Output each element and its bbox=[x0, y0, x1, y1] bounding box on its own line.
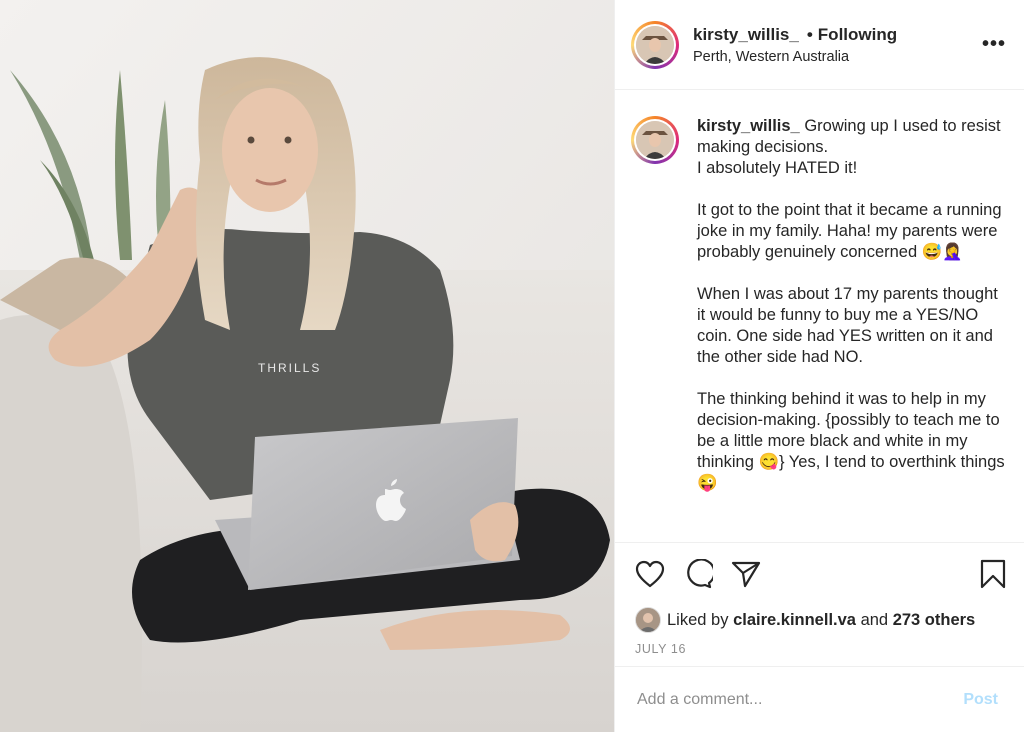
shirt-print: THRILLS bbox=[258, 361, 321, 375]
post-photo[interactable]: THRILLS bbox=[0, 0, 614, 732]
post-side-panel: kirsty_willis_ • Following Perth, Wester… bbox=[614, 0, 1024, 732]
post-comment-button[interactable]: Post bbox=[957, 690, 1004, 710]
caption-username[interactable]: kirsty_willis_ bbox=[697, 117, 800, 135]
author-avatar[interactable] bbox=[631, 20, 679, 69]
liker-avatar[interactable] bbox=[635, 607, 661, 633]
comment-icon[interactable] bbox=[683, 558, 713, 589]
avatar-photo-icon bbox=[636, 25, 674, 64]
separator-dot: • bbox=[806, 24, 813, 44]
author-username[interactable]: kirsty_willis_ bbox=[693, 25, 799, 45]
caption-author-avatar[interactable] bbox=[631, 116, 679, 164]
paper-plane-icon[interactable] bbox=[731, 560, 761, 588]
following-button[interactable]: Following bbox=[818, 25, 897, 45]
comment-input[interactable] bbox=[635, 689, 958, 710]
comment-box: Post bbox=[615, 666, 1024, 732]
avatar-border bbox=[634, 23, 676, 66]
likes-prefix: Liked by bbox=[667, 610, 729, 629]
caption-text: kirsty_willis_ Growing up I used to resi… bbox=[697, 116, 1008, 542]
likes-summary: Liked by claire.kinnell.va and 273 other… bbox=[615, 604, 1024, 636]
bookmark-icon[interactable] bbox=[980, 559, 1006, 589]
caption-body: Growing up I used to resist making decis… bbox=[697, 117, 1005, 492]
avatar-border bbox=[634, 119, 676, 161]
header-name-row: kirsty_willis_ • Following bbox=[693, 25, 982, 45]
liker-username[interactable]: claire.kinnell.va bbox=[733, 611, 856, 630]
avatar-photo-icon bbox=[636, 121, 674, 159]
more-options-icon[interactable]: ••• bbox=[982, 33, 1006, 56]
instagram-post: THRILLS kirsty_willis_ • Following Perth… bbox=[0, 0, 1024, 732]
action-bar bbox=[615, 542, 1024, 604]
heart-icon[interactable] bbox=[635, 560, 665, 588]
header-text: kirsty_willis_ • Following Perth, Wester… bbox=[693, 25, 982, 65]
avatar-image bbox=[636, 121, 674, 159]
post-date[interactable]: JULY 16 bbox=[615, 636, 1024, 666]
photo-illustration: THRILLS bbox=[0, 0, 614, 732]
likes-others-link[interactable]: 273 others bbox=[893, 611, 976, 630]
post-location[interactable]: Perth, Western Australia bbox=[693, 49, 982, 65]
avatar-image bbox=[636, 25, 674, 64]
likes-middle: and bbox=[860, 610, 889, 629]
post-header: kirsty_willis_ • Following Perth, Wester… bbox=[615, 0, 1024, 90]
caption-section: kirsty_willis_ Growing up I used to resi… bbox=[615, 90, 1024, 542]
